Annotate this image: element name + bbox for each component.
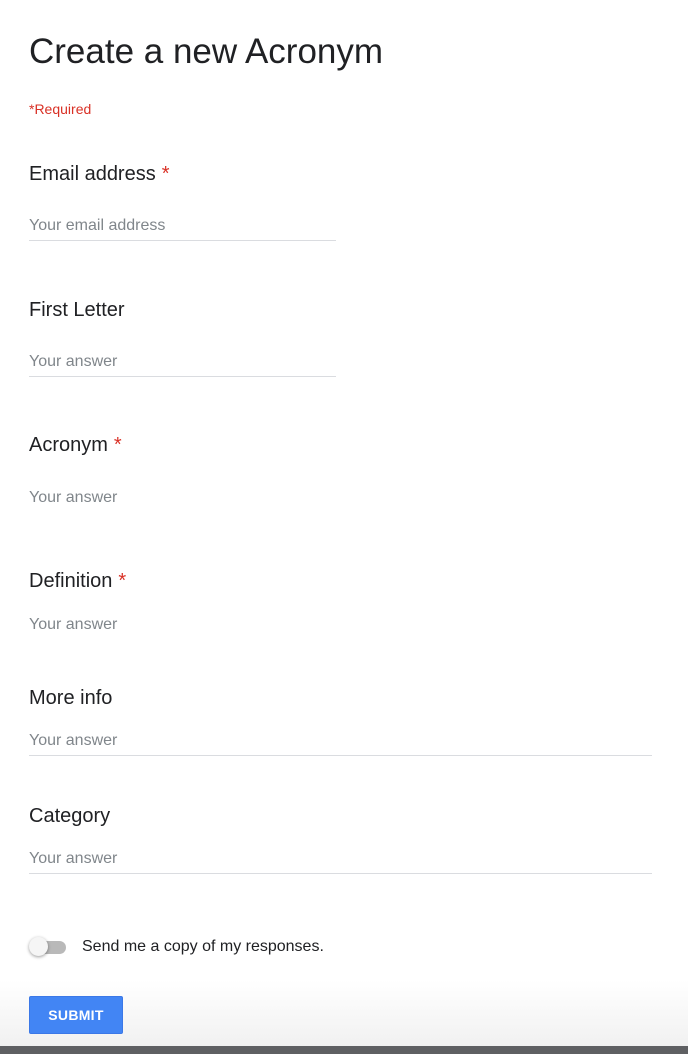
required-note: *Required — [29, 101, 92, 117]
form-title: Create a new Acronym — [29, 32, 384, 71]
toggle-thumb — [29, 937, 48, 956]
submit-button[interactable]: SUBMIT — [29, 996, 123, 1034]
question-label-definition: Definition * — [29, 568, 126, 594]
send-copy-toggle[interactable] — [29, 936, 67, 958]
question-title-first-letter: First Letter — [29, 299, 125, 321]
question-label-more-info: More info — [29, 685, 112, 711]
question-title-email: Email address — [29, 163, 156, 185]
question-title-more-info: More info — [29, 687, 113, 709]
question-title-category: Category — [29, 805, 111, 827]
question-label-acronym: Acronym * — [29, 432, 122, 458]
first-letter-input[interactable] — [29, 347, 336, 377]
send-copy-row: Send me a copy of my responses. — [29, 934, 324, 960]
send-copy-label: Send me a copy of my responses. — [82, 938, 324, 955]
definition-input[interactable] — [29, 610, 652, 640]
question-label-email: Email address * — [29, 161, 170, 187]
question-label-first-letter: First Letter — [29, 297, 125, 323]
required-asterisk-acronym: * — [113, 434, 122, 456]
question-title-definition: Definition — [29, 570, 113, 592]
required-asterisk-definition: * — [118, 570, 127, 592]
question-label-category: Category — [29, 803, 110, 829]
window-bottom-edge — [0, 1046, 688, 1054]
acronym-input[interactable] — [29, 483, 336, 513]
category-input[interactable] — [29, 844, 652, 874]
acronym-form: Create a new Acronym *Required Email add… — [0, 0, 688, 1054]
email-input[interactable] — [29, 211, 336, 241]
question-title-acronym: Acronym — [29, 434, 108, 456]
required-asterisk-email: * — [161, 163, 170, 185]
more-info-input[interactable] — [29, 726, 652, 756]
